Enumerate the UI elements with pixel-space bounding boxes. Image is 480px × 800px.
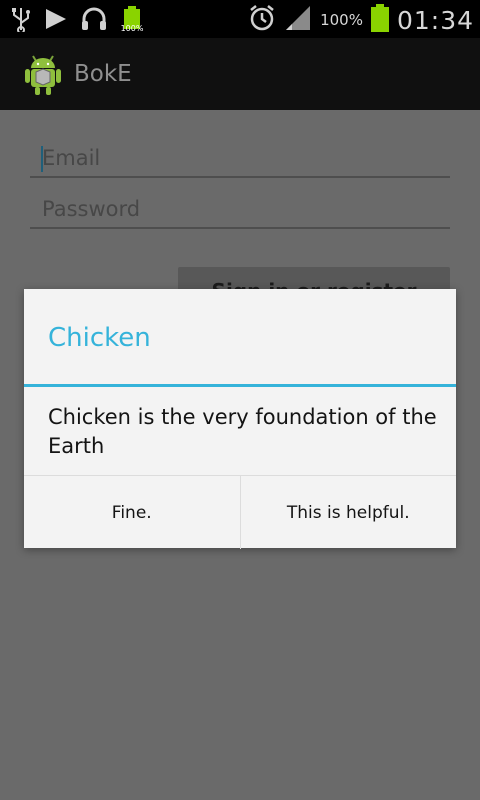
signal-icon bbox=[284, 4, 312, 36]
dialog-title: Chicken bbox=[48, 323, 151, 353]
clock: 01:34 bbox=[396, 5, 474, 35]
headset-icon bbox=[80, 6, 108, 36]
password-field[interactable]: Password bbox=[30, 191, 450, 229]
helpful-button[interactable]: This is helpful. bbox=[239, 476, 457, 549]
password-placeholder: Password bbox=[42, 197, 141, 221]
system-icons: 100% 01:34 bbox=[248, 4, 474, 36]
notification-icons: 100% bbox=[10, 6, 144, 36]
play-store-icon bbox=[44, 7, 68, 35]
alarm-icon bbox=[248, 4, 276, 36]
action-bar: BokE bbox=[0, 38, 480, 110]
battery-percent: 100% bbox=[320, 11, 363, 29]
dialog-title-divider bbox=[24, 384, 456, 387]
fine-button[interactable]: Fine. bbox=[24, 476, 240, 549]
battery-small-label: 100% bbox=[120, 24, 144, 33]
battery-icon bbox=[370, 4, 389, 36]
app-title: BokE bbox=[74, 61, 132, 87]
dialog-message: Chicken is the very foundation of the Ea… bbox=[48, 405, 437, 458]
dialog-button-bar: Fine. This is helpful. bbox=[24, 475, 456, 549]
battery-small-icon: 100% bbox=[120, 6, 144, 36]
email-placeholder: Email bbox=[42, 146, 101, 170]
status-bar: 100% 100% 01:34 bbox=[0, 0, 480, 38]
android-app-icon bbox=[24, 52, 62, 100]
usb-icon bbox=[10, 6, 32, 36]
alert-dialog: Chicken Chicken is the very foundation o… bbox=[24, 289, 456, 549]
email-field[interactable]: Email bbox=[30, 140, 450, 178]
